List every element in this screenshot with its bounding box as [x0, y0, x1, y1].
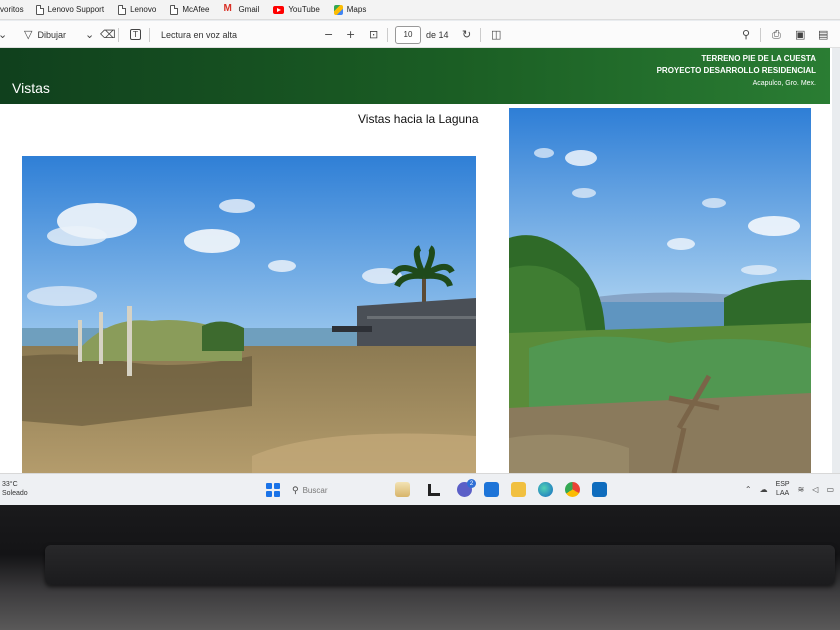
weather-condition: Soleado: [2, 490, 28, 497]
bookmark-youtube[interactable]: YouTube: [273, 5, 320, 14]
rotate-icon: ↻: [462, 28, 472, 41]
cloud-icon[interactable]: ☁: [760, 485, 768, 494]
widgets-app-icon[interactable]: [395, 482, 410, 497]
chat-icon[interactable]: 2: [457, 479, 476, 497]
save-button[interactable]: ▣: [795, 21, 805, 48]
bookmark-mcafee[interactable]: McAfee: [170, 4, 210, 15]
zoom-in-button[interactable]: +: [346, 21, 355, 48]
document-icon: [118, 4, 127, 15]
slide-title: Vistas: [12, 80, 50, 96]
read-aloud-button[interactable]: Lectura en voz alta: [161, 21, 237, 48]
document-icon: [170, 4, 179, 15]
bookmark-label: Maps: [346, 5, 367, 14]
divider: [387, 21, 388, 48]
taskbar: 33°C Soleado ⚲ Buscar 2 ⌃ ☁ ESP LAA ≋ ◁: [0, 473, 840, 505]
bookmark-gmail[interactable]: Gmail: [223, 3, 260, 15]
project-location: Acapulco, Gro. Mex.: [752, 80, 816, 87]
search-placeholder: Buscar: [302, 486, 328, 495]
speaker-icon[interactable]: ◁: [812, 485, 818, 494]
bookmark-lenovo-support[interactable]: Lenovo Support: [35, 4, 105, 15]
lot-photo: [22, 156, 476, 474]
youtube-icon: [273, 5, 285, 14]
bookmark-maps[interactable]: Maps: [333, 4, 367, 15]
bookmark-label: Lenovo Support: [47, 5, 105, 14]
search-icon: ⚲: [742, 28, 751, 41]
chevron-up-icon[interactable]: ⌃: [745, 485, 752, 494]
page-number-input[interactable]: 10: [395, 25, 421, 44]
taskbar-search[interactable]: ⚲ Buscar: [292, 482, 387, 499]
chevron-down-icon[interactable]: ⌄: [0, 28, 7, 41]
task-view-icon[interactable]: [428, 484, 440, 496]
text-button[interactable]: T: [130, 21, 141, 48]
chat-badge: 2: [467, 479, 476, 488]
gmail-icon: [223, 3, 234, 14]
fit-page-icon: ⊡: [369, 28, 379, 41]
print-button[interactable]: ⎙: [772, 21, 781, 48]
eraser-button[interactable]: ⌫: [100, 21, 116, 48]
project-name: TERRENO PIE DE LA CUESTA: [701, 54, 816, 63]
laptop-hinge: [45, 545, 835, 585]
maps-icon: [333, 4, 343, 15]
bookmark-favorites[interactable]: voritos: [0, 5, 24, 14]
screen: voritos Lenovo Support Lenovo McAfee Gma…: [0, 0, 840, 505]
draw-button[interactable]: ▽ Dibujar ⌄: [24, 21, 94, 48]
mail-icon[interactable]: [484, 482, 499, 497]
search-button[interactable]: ⚲: [742, 21, 750, 48]
weather-widget[interactable]: 33°C Soleado: [2, 480, 28, 498]
file-explorer-icon[interactable]: [511, 482, 526, 497]
slide-caption: Vistas hacia la Laguna: [358, 112, 479, 126]
print-icon: ⎙: [772, 27, 781, 41]
language-code: ESP: [775, 481, 790, 488]
save-as-icon: ▤: [818, 28, 829, 41]
divider: [480, 21, 481, 48]
fit-page-button[interactable]: ⊡: [369, 21, 378, 48]
lagoon-photo: [509, 108, 811, 473]
chrome-browser-icon[interactable]: [565, 482, 580, 497]
divider: [118, 21, 119, 48]
language-indicator[interactable]: ESP LAA: [776, 480, 790, 498]
read-aloud-label: Lectura en voz alta: [161, 29, 238, 40]
plus-icon: +: [346, 28, 356, 41]
page-total: de 14: [426, 29, 449, 40]
project-type: PROYECTO DESARROLLO RESIDENCIAL: [656, 66, 816, 75]
pdf-toolbar: ⌄ ▽ Dibujar ⌄ ⌫ T Lectura en voz alta − …: [0, 21, 840, 48]
draw-label: Dibujar: [37, 29, 66, 40]
bookmark-label: McAfee: [182, 5, 210, 14]
wifi-icon[interactable]: ≋: [798, 485, 805, 494]
divider: [149, 21, 150, 48]
search-icon: ⚲: [292, 485, 299, 496]
draw-filter-icon: ▽: [24, 28, 33, 41]
bookmark-label: Gmail: [238, 5, 260, 14]
store-app-icon[interactable]: [592, 482, 607, 497]
page-view-button[interactable]: ◫: [491, 21, 501, 48]
temperature: 33°C: [2, 481, 18, 488]
battery-icon[interactable]: ▭: [826, 485, 834, 494]
bookmark-label: Lenovo: [130, 5, 157, 14]
slide-header-bar: Vistas TERRENO PIE DE LA CUESTA PROYECTO…: [0, 48, 830, 104]
text-icon: T: [130, 29, 141, 40]
pdf-page: Vistas TERRENO PIE DE LA CUESTA PROYECTO…: [0, 48, 832, 474]
keyboard-layout: LAA: [775, 490, 790, 497]
project-info: TERRENO PIE DE LA CUESTA PROYECTO DESARR…: [657, 53, 816, 91]
zoom-out-button[interactable]: −: [324, 21, 333, 48]
system-tray: ⌃ ☁ ESP LAA ≋ ◁ ▭: [745, 480, 834, 498]
page-navigation: 10 de 14: [395, 21, 449, 48]
bookmark-lenovo[interactable]: Lenovo: [118, 4, 157, 15]
toolbar-left: ⌄: [0, 21, 7, 48]
bookmark-label: YouTube: [288, 5, 320, 14]
save-icon: ▣: [795, 28, 806, 41]
page-view-icon: ◫: [491, 28, 502, 41]
chevron-down-icon[interactable]: ⌄: [85, 28, 94, 41]
start-button[interactable]: [266, 483, 280, 497]
divider: [760, 21, 761, 48]
eraser-icon: ⌫: [100, 28, 116, 41]
bookmarks-bar: voritos Lenovo Support Lenovo McAfee Gma…: [0, 0, 840, 20]
rotate-button[interactable]: ↻: [462, 21, 471, 48]
save-as-button[interactable]: ▤: [818, 21, 828, 48]
minus-icon: −: [324, 28, 334, 41]
document-icon: [35, 4, 44, 15]
edge-browser-icon[interactable]: [538, 482, 553, 497]
